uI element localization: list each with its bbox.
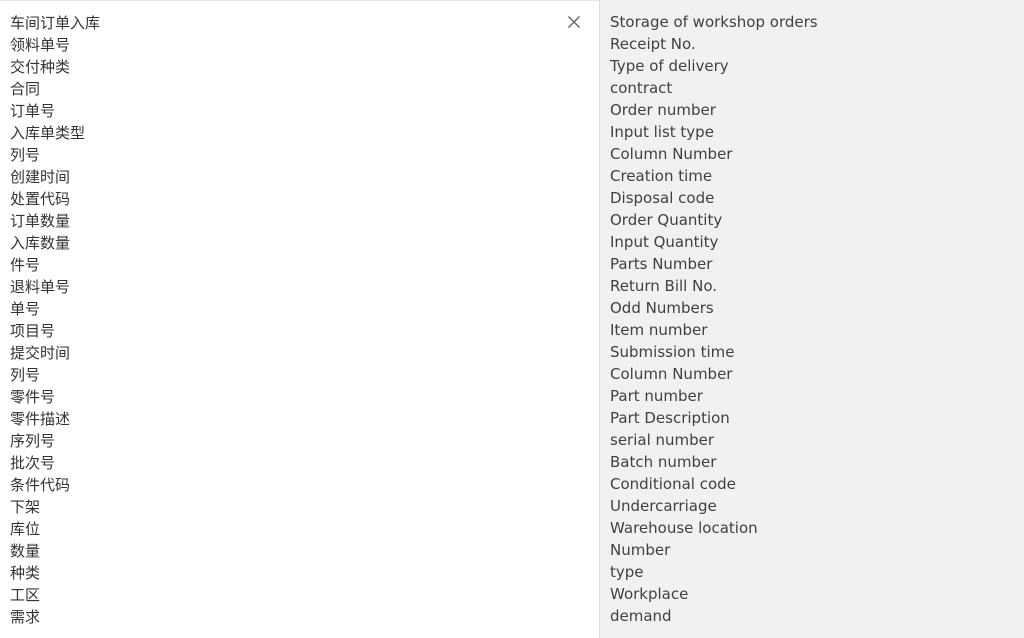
translation-text-line: Item number <box>610 321 708 339</box>
source-text-area[interactable]: 车间订单入库 领料单号 交付种类 合同 订单号 入库单类型 列号 创建时间 处置代码 订单数量 入库… <box>10 12 100 628</box>
translation-text-line: Input Quantity <box>610 233 719 251</box>
source-text-panel[interactable]: 车间订单入库 领料单号 交付种类 合同 订单号 入库单类型 列号 创建时间 处置代码 订单数量 入库… <box>0 0 599 638</box>
translation-text-line: type <box>610 563 644 581</box>
translation-text-line: Part number <box>610 387 703 405</box>
translator-window: 车间订单入库 领料单号 交付种类 合同 订单号 入库单类型 列号 创建时间 处置代码 订单数量 入库… <box>0 0 1024 638</box>
source-text-line: 入库数量 <box>10 234 71 252</box>
source-text-line: 条件代码 <box>10 476 71 494</box>
source-text-line: 交付种类 <box>10 58 71 76</box>
translation-text-line: Batch number <box>610 453 717 471</box>
source-text-line: 下架 <box>10 498 41 516</box>
source-text-line: 提交时间 <box>10 344 71 362</box>
translation-text-line: Order number <box>610 101 716 119</box>
source-text-line: 数量 <box>10 542 41 560</box>
source-text-line: 库位 <box>10 520 41 538</box>
translation-text-line: demand <box>610 607 672 625</box>
translation-text-area: Storage of workshop orders Receipt No. Typ… <box>610 11 818 627</box>
source-text-line: 合同 <box>10 80 41 98</box>
source-text-line: 单号 <box>10 300 41 318</box>
source-text-line: 入库单类型 <box>10 124 86 142</box>
translation-text-line: Number <box>610 541 671 559</box>
translation-text-line: Undercarriage <box>610 497 717 515</box>
translation-text-line: Parts Number <box>610 255 713 273</box>
source-text-line: 批次号 <box>10 454 56 472</box>
translation-text-line: Creation time <box>610 167 713 185</box>
clear-source-button[interactable] <box>564 12 584 32</box>
translation-text-line: Receipt No. <box>610 35 696 53</box>
source-text-line: 项目号 <box>10 322 56 340</box>
translation-text-line: Odd Numbers <box>610 299 714 317</box>
source-text-line: 零件号 <box>10 388 56 406</box>
source-text-line: 列号 <box>10 366 41 384</box>
source-text-line: 处置代码 <box>10 190 71 208</box>
close-icon <box>568 16 580 28</box>
translation-text-line: Order Quantity <box>610 211 723 229</box>
source-text-line: 序列号 <box>10 432 56 450</box>
translation-text-line: Return Bill No. <box>610 277 718 295</box>
translation-text-line: Workplace <box>610 585 689 603</box>
translation-text-line: Warehouse location <box>610 519 758 537</box>
translation-text-line: Storage of workshop orders <box>610 13 818 31</box>
source-text-line: 零件描述 <box>10 410 71 428</box>
source-text-line: 件号 <box>10 256 41 274</box>
source-text-line: 订单数量 <box>10 212 71 230</box>
translation-text-line: Input list type <box>610 123 714 141</box>
source-text-line: 领料单号 <box>10 36 71 54</box>
translation-text-line: Column Number <box>610 145 733 163</box>
source-text-line: 订单号 <box>10 102 56 120</box>
translation-text-line: Submission time <box>610 343 735 361</box>
source-text-line: 工区 <box>10 586 41 604</box>
translation-text-line: Conditional code <box>610 475 736 493</box>
source-text-line: 种类 <box>10 564 41 582</box>
source-text-line: 需求 <box>10 608 41 626</box>
source-text-line: 列号 <box>10 146 41 164</box>
source-text-line: 退料单号 <box>10 278 71 296</box>
source-text-line: 车间订单入库 <box>10 14 101 32</box>
translation-text-line: contract <box>610 79 673 97</box>
translation-text-line: Disposal code <box>610 189 715 207</box>
translation-text-line: Part Description <box>610 409 730 427</box>
translation-text-line: serial number <box>610 431 715 449</box>
translation-text-line: Column Number <box>610 365 733 383</box>
translation-text-line: Type of delivery <box>610 57 729 75</box>
source-text-line: 创建时间 <box>10 168 71 186</box>
